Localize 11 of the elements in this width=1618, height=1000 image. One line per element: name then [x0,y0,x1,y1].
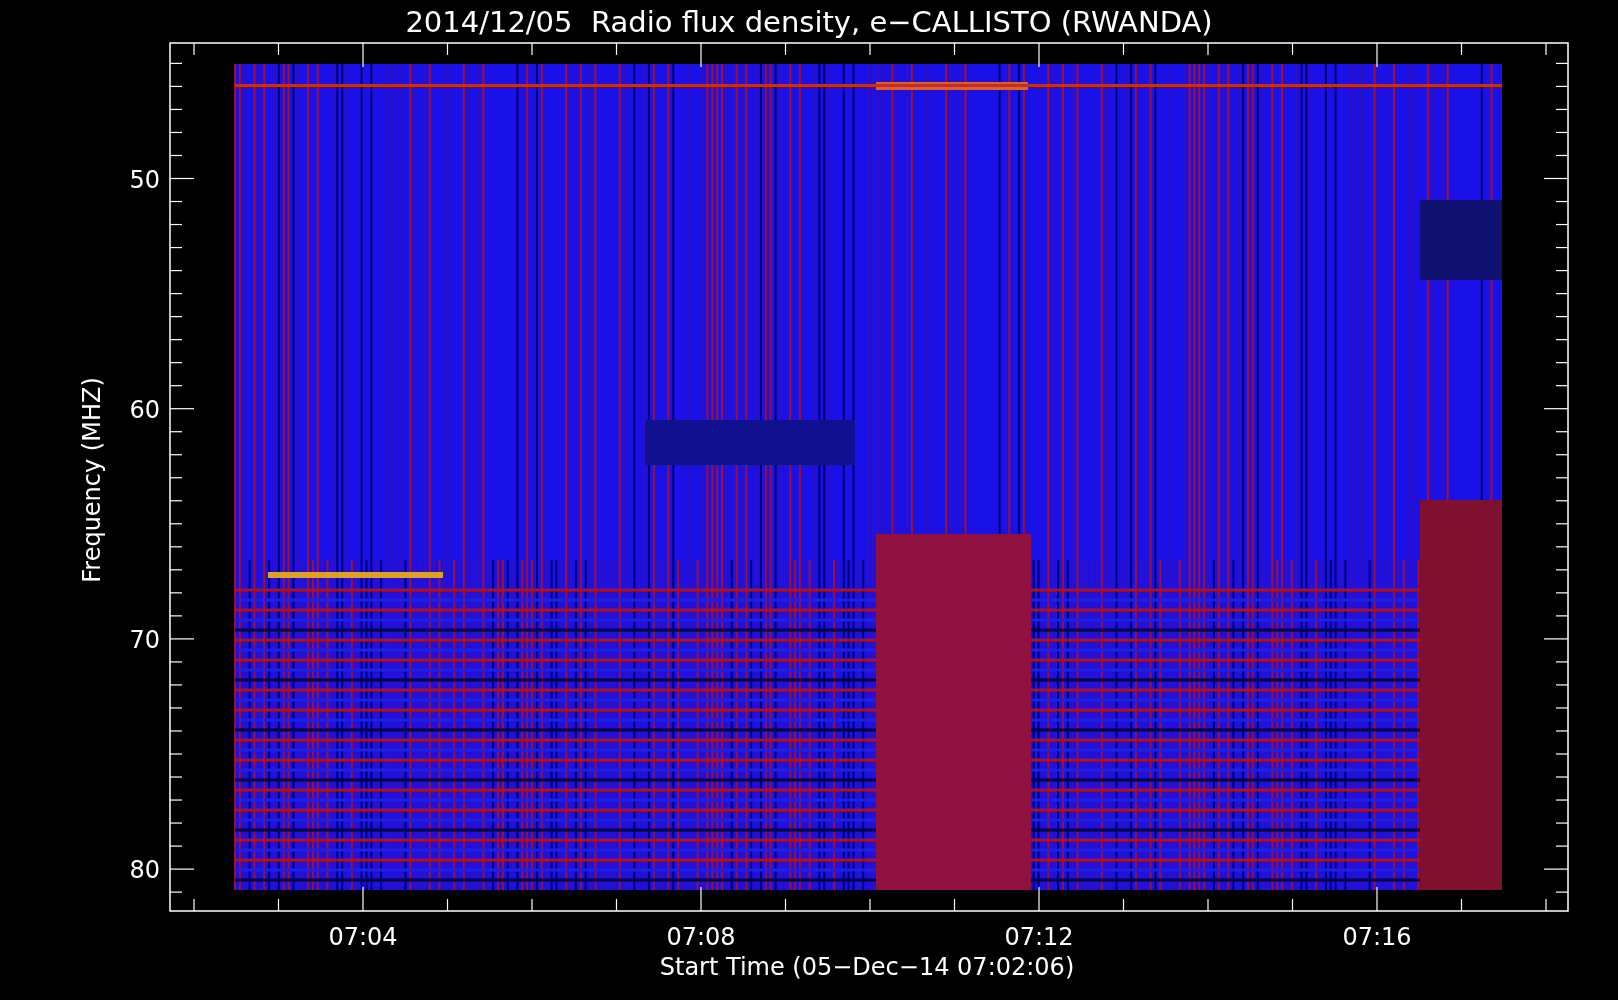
x-tick-label: 07:08 [666,923,736,951]
x-axis-label: Start Time (05−Dec−14 07:02:06) [659,953,1075,981]
y-tick-label: 50 [129,165,160,194]
y-axis-label: Frequency (MHZ) [78,377,106,583]
y-tick-label: 80 [129,856,160,885]
x-tick-label: 07:12 [1004,923,1074,951]
y-tick-label: 70 [129,625,160,654]
plot-title: 2014/12/05 Radio flux density, e−CALLISTO (RWANDA) [405,5,1213,39]
y-tick-label: 60 [129,395,160,424]
x-tick-label: 07:04 [328,923,398,951]
x-tick-label: 07:16 [1342,923,1412,951]
